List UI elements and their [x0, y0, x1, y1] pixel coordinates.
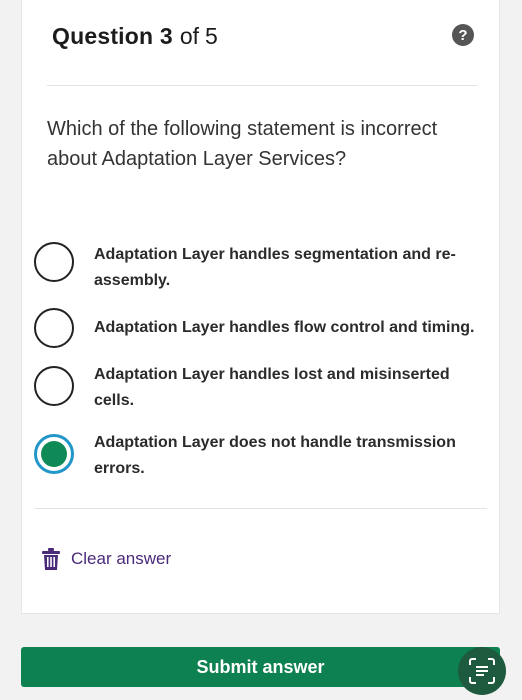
answer-option-2[interactable]: Adaptation Layer handles flow control an… [34, 308, 501, 348]
answer-option-label: Adaptation Layer handles lost and misins… [94, 366, 450, 409]
answer-option-1[interactable]: Adaptation Layer handles segmentation an… [34, 242, 501, 294]
question-total: 5 [205, 22, 218, 49]
scan-text-icon-glyph [469, 658, 495, 684]
radio-button[interactable] [34, 308, 74, 348]
question-text: Which of the following statement is inco… [47, 118, 438, 170]
answer-option-label: Adaptation Layer handles segmentation an… [94, 246, 456, 289]
question-of: of [179, 22, 200, 49]
radio-button-selected[interactable] [34, 434, 74, 474]
clear-answer-button[interactable]: Clear answer [42, 548, 171, 570]
answer-option-3[interactable]: Adaptation Layer handles lost and misins… [34, 366, 501, 414]
clear-answer-label: Clear answer [71, 549, 172, 568]
answer-option-4[interactable]: Adaptation Layer does not handle transmi… [34, 434, 501, 482]
question-card: Question 3 of 5 ? Which of the following… [21, 0, 500, 614]
options-divider [34, 508, 487, 509]
answer-option-label: Adaptation Layer handles flow control an… [94, 319, 475, 336]
question-header: Question 3 of 5 ? [52, 20, 477, 52]
radio-button[interactable] [34, 366, 74, 406]
radio-button[interactable] [34, 242, 74, 282]
answer-option-label: Adaptation Layer does not handle transmi… [94, 434, 456, 477]
trash-icon [42, 548, 60, 570]
header-divider [47, 85, 477, 86]
question-circle-icon[interactable]: ? [452, 24, 474, 46]
scan-text-icon[interactable] [458, 647, 506, 695]
question-number: Question 3 [52, 22, 173, 49]
submit-answer-button[interactable]: Submit answer [21, 647, 500, 687]
